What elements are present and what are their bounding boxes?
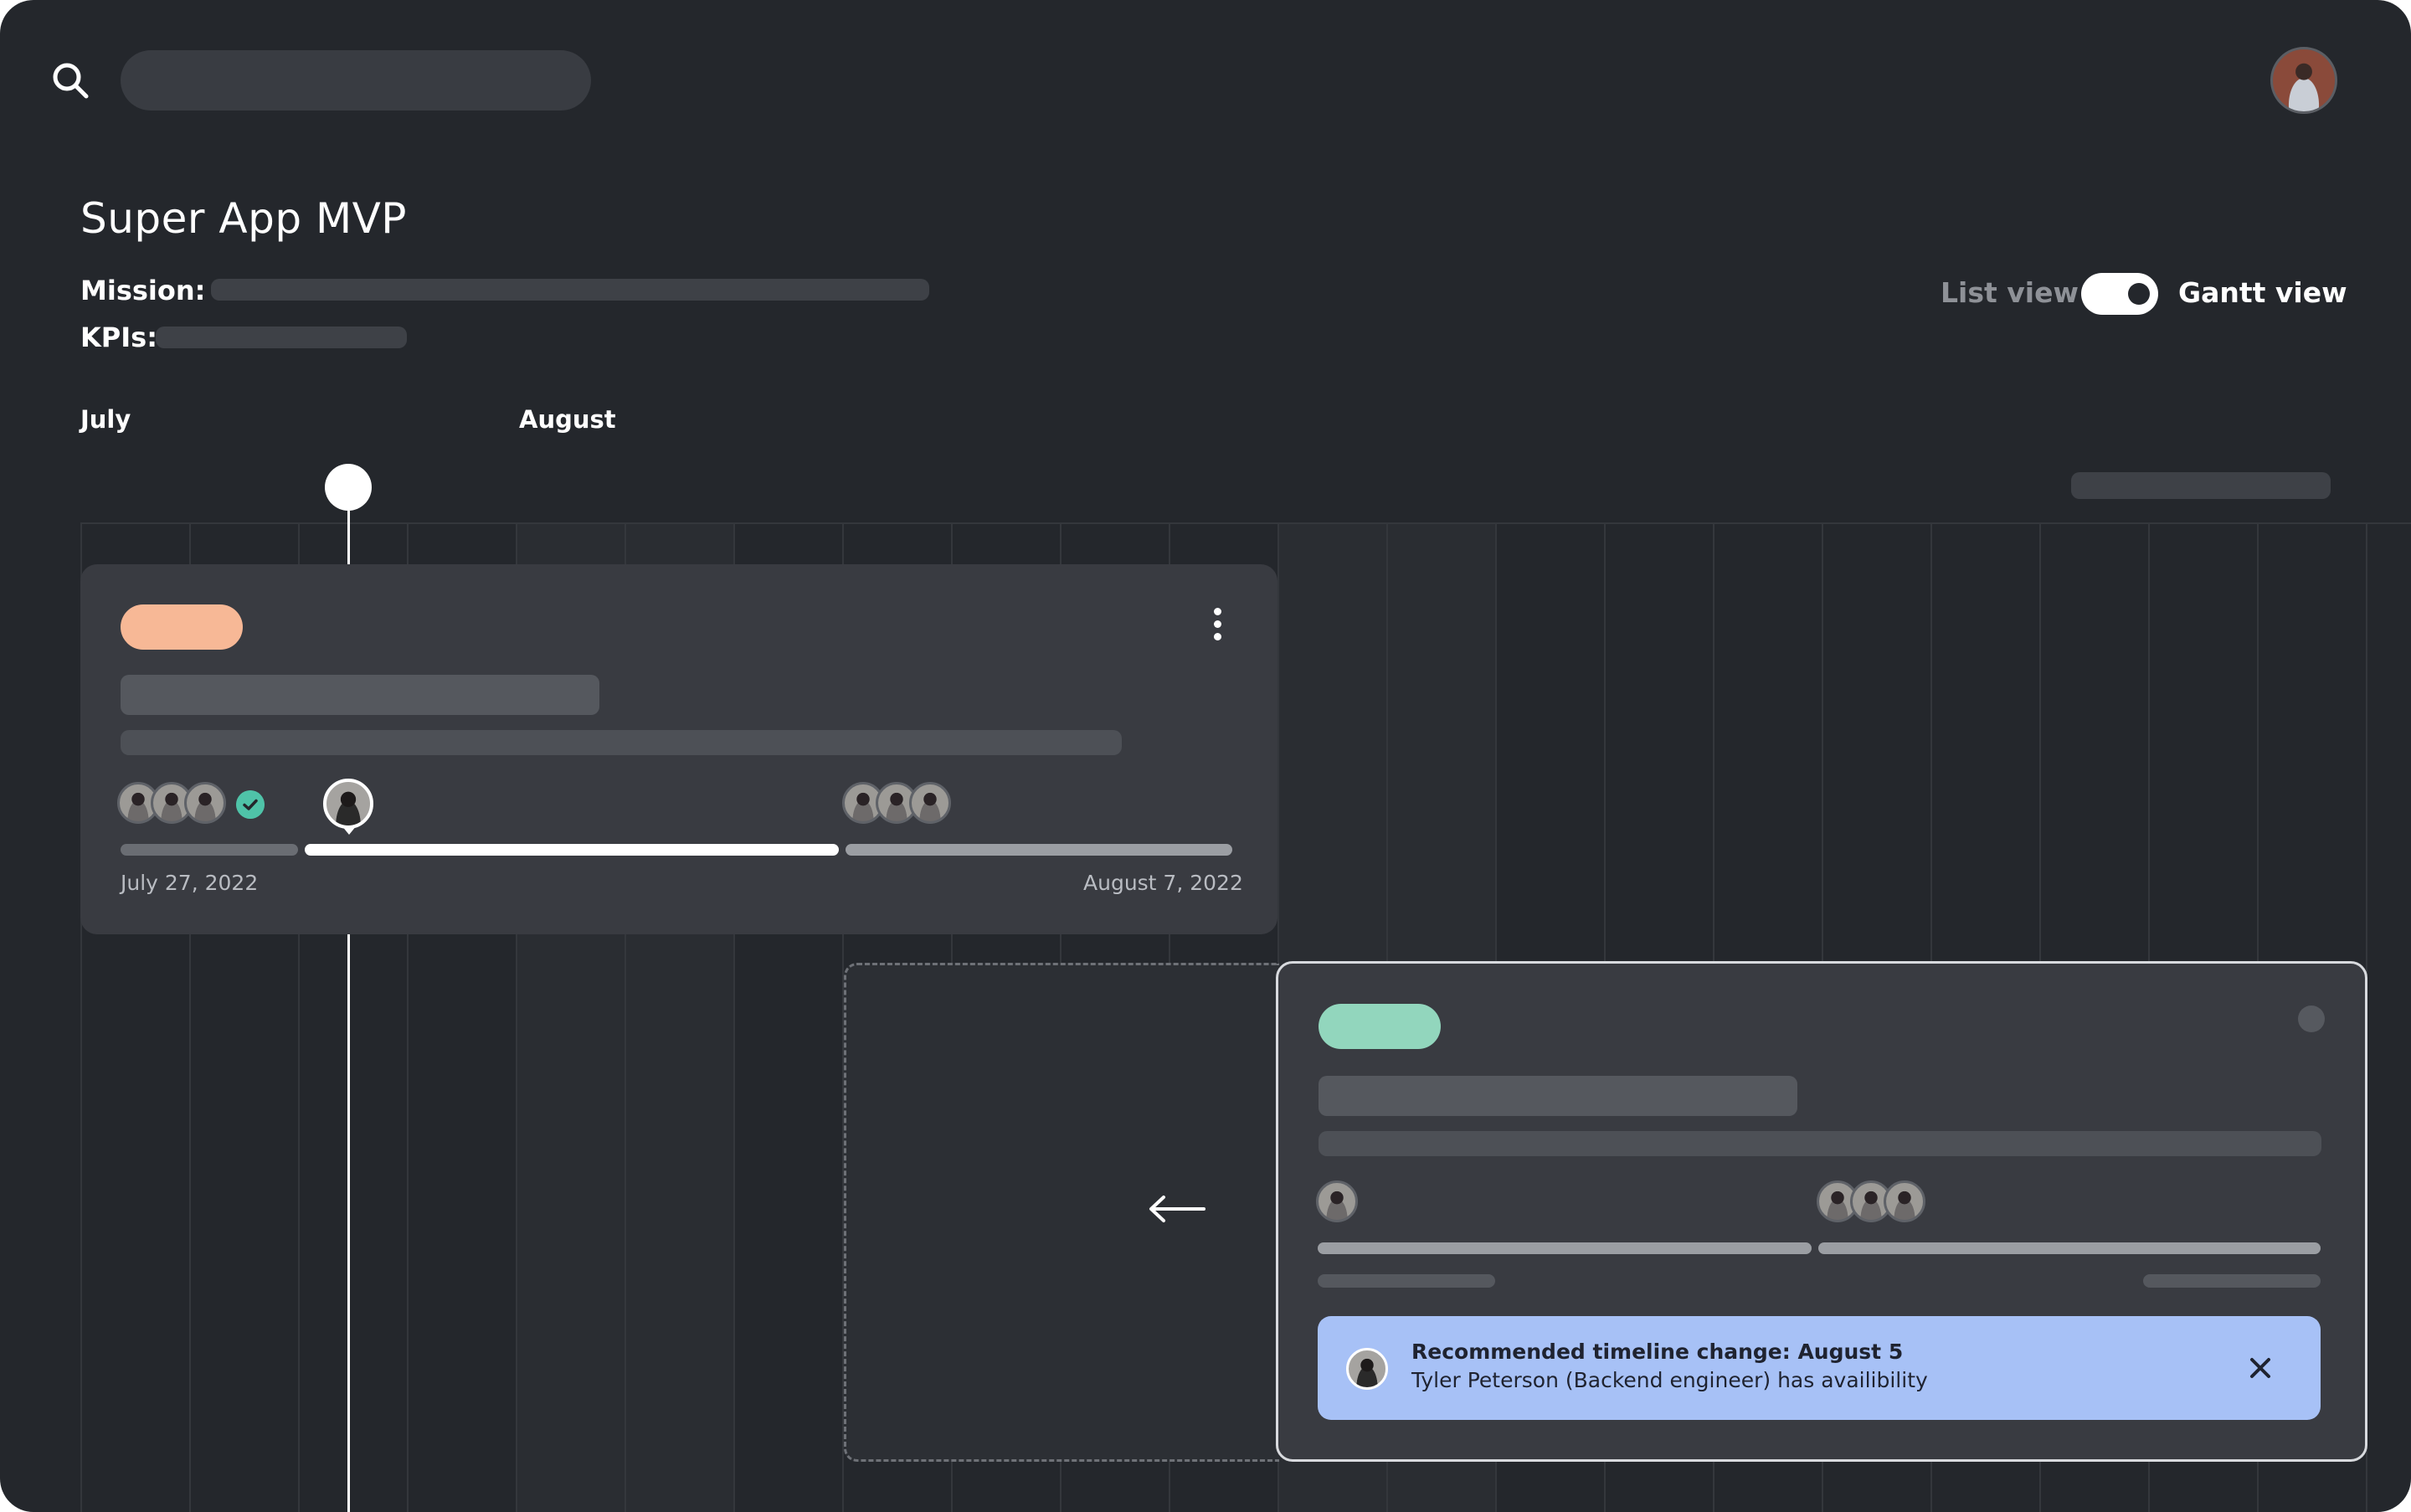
- page-title: Super App MVP: [80, 194, 407, 243]
- task-tag: [121, 604, 243, 650]
- mission-label: Mission:: [80, 275, 206, 306]
- mission-placeholder: [211, 279, 929, 301]
- toggle-knob: [2128, 283, 2150, 305]
- search-icon[interactable]: [50, 60, 90, 100]
- month-label-july: July: [80, 405, 131, 434]
- timeline-range-placeholder: [2071, 472, 2331, 499]
- start-date-placeholder: [1318, 1274, 1495, 1288]
- app-window: Super App MVP Mission: KPIs: List view G…: [0, 0, 2411, 1512]
- task-title-placeholder: [121, 675, 599, 715]
- pin-pointer: [342, 825, 357, 835]
- today-marker[interactable]: [325, 464, 372, 511]
- avatar[interactable]: [1884, 1180, 1925, 1222]
- avatar[interactable]: [1316, 1180, 1358, 1222]
- avatar[interactable]: [909, 782, 951, 824]
- assignee-pin-avatar[interactable]: [323, 779, 373, 829]
- progress-segment: [121, 844, 298, 856]
- arrow-left-icon: [1149, 1196, 1206, 1222]
- task-tag: [1319, 1004, 1441, 1049]
- start-date: July 27, 2022: [121, 871, 259, 895]
- avatar: [1346, 1348, 1388, 1390]
- drop-target-area[interactable]: [844, 963, 1279, 1462]
- check-circle-icon: [236, 790, 265, 819]
- task-title-placeholder: [1319, 1076, 1797, 1116]
- task-description-placeholder: [121, 730, 1122, 755]
- notice-title: Recommended timeline change: August 5: [1411, 1340, 1904, 1364]
- month-label-august: August: [519, 405, 616, 434]
- recommendation-notice[interactable]: Recommended timeline change: August 5 Ty…: [1318, 1316, 2321, 1420]
- notice-text: Tyler Peterson (Backend engineer) has av…: [1411, 1368, 1928, 1392]
- avatar[interactable]: [184, 782, 226, 824]
- view-toggle[interactable]: [2081, 273, 2158, 315]
- user-avatar[interactable]: [2270, 47, 2337, 114]
- kpis-placeholder: [156, 327, 407, 348]
- progress-segment-active[interactable]: [305, 844, 839, 856]
- progress-segment: [846, 844, 1232, 856]
- kpis-label: KPIs:: [80, 321, 157, 353]
- task-description-placeholder: [1319, 1131, 2321, 1156]
- close-icon[interactable]: [2245, 1353, 2275, 1383]
- progress-segment: [1818, 1242, 2321, 1254]
- progress-segment: [1318, 1242, 1812, 1254]
- more-vertical-icon[interactable]: [1214, 608, 1224, 645]
- search-input[interactable]: [121, 50, 591, 111]
- status-indicator: [2298, 1005, 2325, 1032]
- list-view-label[interactable]: List view: [1941, 276, 2079, 309]
- end-date-placeholder: [2143, 1274, 2321, 1288]
- end-date: August 7, 2022: [1083, 871, 1243, 895]
- gantt-view-label[interactable]: Gantt view: [2178, 276, 2347, 309]
